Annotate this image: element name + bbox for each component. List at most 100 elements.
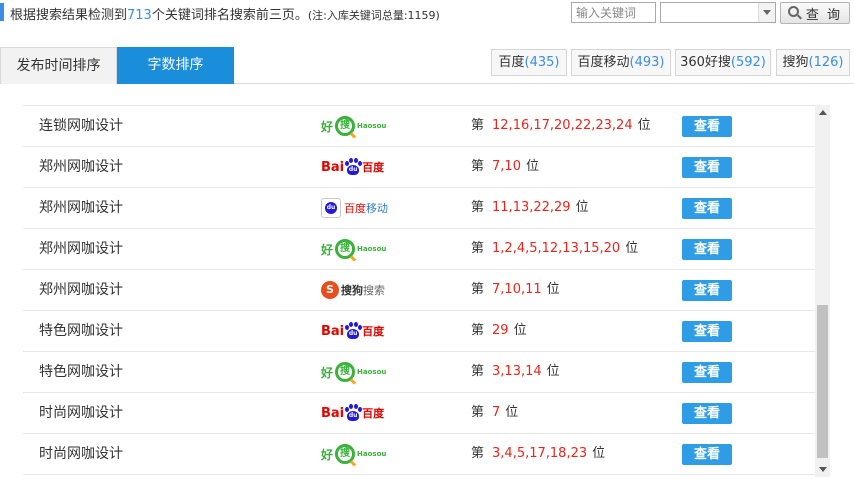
rank-positions: 7 bbox=[492, 405, 501, 420]
search-button-label: 查 询 bbox=[805, 7, 843, 23]
table-row: 郑州网咖设计 Bai du 百度 第 7,10 位 查看 bbox=[23, 147, 815, 188]
baidu-paw-icon: du bbox=[345, 404, 363, 422]
keyword-cell: 郑州网咖设计 bbox=[39, 241, 123, 257]
dropdown-arrow[interactable] bbox=[758, 3, 775, 22]
haosou-logo: 好 搜 Haosou bbox=[321, 442, 391, 467]
keyword-cell: 特色网咖设计 bbox=[39, 323, 123, 339]
table-row: 特色网咖设计 好 搜 Haosou 第 3,13,14 位 查看 bbox=[23, 352, 815, 393]
rank-cell: 第 7,10 位 bbox=[471, 159, 539, 174]
rank-cell: 第 7,10,11 位 bbox=[471, 282, 560, 297]
summary-prefix: 根据搜索结果检测到 bbox=[10, 8, 128, 23]
engine-tab-count: (592) bbox=[730, 55, 766, 70]
view-button[interactable]: 查看 bbox=[682, 116, 732, 137]
engine-tab-name: 百度移动 bbox=[577, 55, 630, 70]
tab-sort-by-time[interactable]: 发布时间排序 bbox=[0, 47, 117, 84]
view-button[interactable]: 查看 bbox=[682, 321, 732, 342]
view-button[interactable]: 查看 bbox=[682, 239, 732, 260]
table-row: 特色网咖设计 Bai du 百度 第 29 位 查看 bbox=[23, 311, 815, 352]
keyword-cell: 郑州网咖设计 bbox=[39, 282, 123, 298]
view-button[interactable]: 查看 bbox=[682, 280, 732, 301]
baidu-logo: Bai du 百度 bbox=[321, 158, 385, 176]
keyword-cell: 郑州网咖设计 bbox=[39, 159, 123, 175]
rank-cell: 第 12,16,17,20,22,23,24 位 bbox=[471, 118, 651, 133]
rank-cell: 第 29 位 bbox=[471, 323, 527, 338]
engine-logo-cell: du 百度 移动 bbox=[321, 196, 391, 220]
haosou-logo: 好 搜 Haosou bbox=[321, 114, 391, 139]
table-row: 郑州网咖设计 du 百度 移动 第 11,13,22,29 位 查看 bbox=[23, 188, 815, 229]
keyword-count: 713 bbox=[127, 8, 152, 23]
engine-logo-cell: Bai du 百度 bbox=[321, 155, 391, 179]
view-button[interactable]: 查看 bbox=[682, 444, 732, 465]
rank-positions: 1,2,4,5,12,13,15,20 bbox=[492, 241, 621, 256]
keyword-cell: 时尚网咖设计 bbox=[39, 405, 123, 421]
rank-cell: 第 3,13,14 位 bbox=[471, 364, 560, 379]
sogou-logo: S 搜狗 搜索 bbox=[321, 278, 391, 302]
view-button[interactable]: 查看 bbox=[682, 198, 732, 219]
table-row: 郑州网咖设计 S 搜狗 搜索 第 7,10,11 位 查看 bbox=[23, 270, 815, 311]
chevron-down-icon bbox=[763, 10, 771, 15]
arrow-down-icon bbox=[818, 467, 827, 472]
table-row: 连锁网咖设计 好 搜 Haosou 第 12,16,17,20,22,23,24 位… bbox=[23, 106, 815, 147]
top-bar: 根据搜索结果检测到713个关键词排名搜索前三页。(注:入库关键词总量:1159)… bbox=[0, 0, 854, 28]
rank-positions: 3,4,5,17,18,23 bbox=[492, 446, 588, 461]
table-row: 郑州网咖设计 好 搜 Haosou 第 1,2,4,5,12,13,15,20 位 查… bbox=[23, 229, 815, 270]
engine-logo-cell: S 搜狗 搜索 bbox=[321, 278, 391, 302]
keyword-cell: 郑州网咖设计 bbox=[39, 200, 123, 216]
baidu-paw-icon: du bbox=[321, 198, 341, 218]
baidu-logo: Bai du 百度 bbox=[321, 322, 385, 340]
baidu-logo: Bai du 百度 bbox=[321, 404, 385, 422]
keyword-cell: 时尚网咖设计 bbox=[39, 446, 123, 462]
rank-positions: 7,10 bbox=[492, 159, 521, 174]
rank-cell: 第 1,2,4,5,12,13,15,20 位 bbox=[471, 241, 639, 256]
engine-tab-baidu[interactable]: 百度(435) bbox=[491, 49, 567, 76]
sogou-mark-icon: S bbox=[321, 281, 339, 299]
scroll-thumb[interactable] bbox=[817, 305, 828, 458]
summary-text: 根据搜索结果检测到713个关键词排名搜索前三页。(注:入库关键词总量:1159) bbox=[10, 4, 440, 23]
arrow-up-icon bbox=[818, 110, 827, 115]
haosou-logo: 好 搜 Haosou bbox=[321, 237, 391, 262]
ranking-list: 连锁网咖设计 好 搜 Haosou 第 12,16,17,20,22,23,24 位… bbox=[23, 105, 815, 475]
search-icon bbox=[787, 6, 802, 20]
engine-logo-cell: Bai du 百度 bbox=[321, 401, 391, 425]
baidu-paw-icon: du bbox=[345, 322, 363, 340]
engine-tab-360-haosou[interactable]: 360好搜(592) bbox=[675, 49, 771, 76]
rank-cell: 第 11,13,22,29 位 bbox=[471, 200, 589, 215]
table-row: 时尚网咖设计 Bai du 百度 第 7 位 查看 bbox=[23, 393, 815, 434]
engine-logo-cell: 好 搜 Haosou bbox=[321, 237, 391, 262]
table-row: 时尚网咖设计 好 搜 Haosou 第 3,4,5,17,18,23 位 查看 bbox=[23, 434, 815, 475]
engine-select[interactable] bbox=[660, 2, 776, 23]
scroll-down-button[interactable] bbox=[815, 462, 830, 477]
rank-positions: 3,13,14 bbox=[492, 364, 542, 379]
rank-positions: 12,16,17,20,22,23,24 bbox=[492, 118, 633, 133]
view-button[interactable]: 查看 bbox=[682, 362, 732, 383]
keyword-input[interactable] bbox=[571, 2, 656, 23]
keyword-cell: 特色网咖设计 bbox=[39, 364, 123, 380]
engine-logo-cell: Bai du 百度 bbox=[321, 319, 391, 343]
engine-tab-count: (435) bbox=[524, 55, 560, 70]
engine-tab-name: 搜狗 bbox=[782, 55, 809, 70]
rank-positions: 7,10,11 bbox=[492, 282, 542, 297]
engine-tab-sogou[interactable]: 搜狗(126) bbox=[776, 49, 850, 76]
tab-sort-by-words[interactable]: 字数排序 bbox=[117, 47, 234, 84]
search-button[interactable]: 查 询 bbox=[780, 2, 850, 24]
rank-cell: 第7位 bbox=[471, 405, 519, 420]
engine-tab-name: 百度 bbox=[498, 55, 525, 70]
scroll-up-button[interactable] bbox=[815, 105, 830, 120]
view-button[interactable]: 查看 bbox=[682, 403, 732, 424]
engine-tab-baidu-mobile[interactable]: 百度移动(493) bbox=[571, 49, 671, 76]
list-scrollbar[interactable] bbox=[815, 105, 830, 477]
view-button[interactable]: 查看 bbox=[682, 157, 732, 178]
haosou-logo: 好 搜 Haosou bbox=[321, 360, 391, 385]
keyword-total-note: (注:入库关键词总量:1159) bbox=[307, 9, 440, 22]
engine-logo-cell: 好 搜 Haosou bbox=[321, 360, 391, 385]
engine-logo-cell: 好 搜 Haosou bbox=[321, 114, 391, 139]
baidu-mobile-logo: du 百度 移动 bbox=[321, 196, 391, 220]
rank-positions: 29 bbox=[492, 323, 509, 338]
rank-cell: 第 3,4,5,17,18,23 位 bbox=[471, 446, 606, 461]
engine-tab-count: (126) bbox=[808, 55, 844, 70]
engine-logo-cell: 好 搜 Haosou bbox=[321, 442, 391, 467]
baidu-paw-icon: du bbox=[345, 158, 363, 176]
title-marker bbox=[0, 3, 4, 21]
summary-suffix: 个关键词排名搜索前三页。 bbox=[151, 8, 308, 23]
engine-tab-name: 360好搜 bbox=[680, 55, 731, 70]
